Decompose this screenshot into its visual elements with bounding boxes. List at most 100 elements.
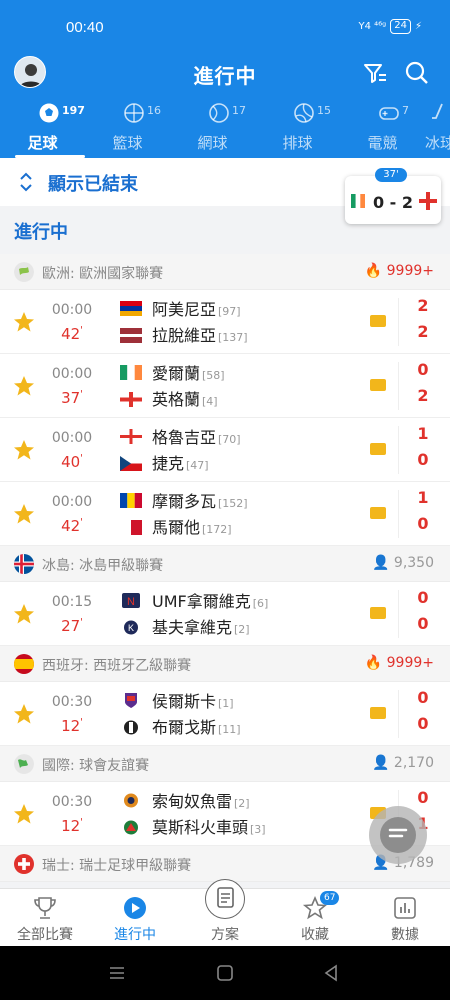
- floating-live-score[interactable]: 37' 0 - 2: [345, 168, 441, 224]
- match-minute: 42': [46, 325, 98, 343]
- match-minute: 12': [46, 717, 98, 735]
- nav-live[interactable]: 進行中: [90, 889, 180, 946]
- match-minute: 42': [46, 517, 98, 535]
- away-team-name: 捷克: [152, 454, 185, 473]
- favorites-badge: 67: [320, 891, 340, 905]
- tab-volleyball[interactable]: 15 排球: [255, 100, 340, 158]
- away-team-name: 英格蘭: [152, 390, 201, 409]
- team-crest-icon: [124, 720, 138, 735]
- away-team: 拉脫維亞 [137]: [152, 322, 248, 346]
- globe-icon: [14, 754, 34, 774]
- nav-all-matches[interactable]: 全部比賽: [0, 889, 90, 946]
- minute-apostrophe: ': [80, 325, 83, 336]
- floating-assistant-button[interactable]: [369, 806, 427, 864]
- tab-basketball[interactable]: 16 籃球: [85, 100, 170, 158]
- away-rank: [172]: [202, 523, 232, 536]
- match-row[interactable]: 00:00 42' 阿美尼亞 [97] 拉脫維亞 [137] 2 2: [0, 290, 450, 354]
- away-team: 布爾戈斯 [11]: [152, 714, 241, 738]
- away-score: 2: [417, 386, 429, 405]
- live-video-icon[interactable]: [370, 607, 386, 619]
- moldova-flag-icon: [120, 493, 142, 508]
- away-rank: [137]: [218, 331, 248, 344]
- favorite-star-icon[interactable]: [12, 602, 36, 626]
- league-heat: 🔥 9999+: [365, 655, 434, 671]
- match-minute-value: 12: [61, 717, 81, 735]
- tab-label: 冰球: [425, 134, 450, 152]
- tab-esports[interactable]: 7 電競: [340, 100, 425, 158]
- nav-label: 全部比賽: [17, 927, 73, 943]
- recent-apps-icon[interactable]: [108, 964, 126, 982]
- nav-data[interactable]: 數據: [360, 889, 450, 946]
- tab-icehockey[interactable]: 冰球: [425, 100, 450, 158]
- tab-football[interactable]: 197 足球: [0, 100, 85, 158]
- live-video-icon[interactable]: [370, 507, 386, 519]
- home-team-name: 愛爾蘭: [152, 364, 201, 383]
- nav-plans[interactable]: 方案: [180, 879, 270, 946]
- league-header[interactable]: 冰島: 冰島甲級聯賽 👤 9,350: [0, 546, 450, 582]
- play-circle-icon: [124, 897, 146, 919]
- search-icon[interactable]: [404, 60, 430, 86]
- away-rank: [2]: [234, 623, 250, 636]
- section-title: 進行中: [14, 222, 68, 243]
- away-score: 0: [417, 614, 429, 633]
- top-bar: 00:40 Y4 ⁴⁶ᵍ 24 ⚡ 進行中 197 足球 16 籃球 17 網球…: [0, 0, 450, 158]
- home-team: 索甸奴魚雷 [2]: [152, 788, 250, 812]
- live-video-icon[interactable]: [370, 707, 386, 719]
- georgia-flag-icon: [120, 429, 142, 444]
- league-name: 國際: 球會友誼賽: [42, 758, 150, 774]
- home-icon[interactable]: [216, 964, 234, 982]
- league-name: 冰島: 冰島甲級聯賽: [42, 558, 164, 574]
- nav-label: 進行中: [114, 927, 156, 943]
- match-minute: 37': [46, 389, 98, 407]
- minute-apostrophe: ': [80, 617, 83, 628]
- league-name: 西班牙: 西班牙乙級聯賽: [42, 658, 192, 674]
- home-score: 0: [417, 788, 429, 807]
- away-rank: [11]: [218, 723, 241, 736]
- globe-europe-icon: [14, 262, 34, 282]
- away-team: 莫斯科火車頭 [3]: [152, 814, 266, 838]
- match-row[interactable]: 00:00 42' 摩爾多瓦 [152] 馬爾他 [172] 1 0: [0, 482, 450, 546]
- volleyball-icon: [294, 103, 314, 123]
- match-minute-value: 27: [61, 617, 81, 635]
- nav-favorites[interactable]: 67 收藏: [270, 889, 360, 946]
- favorite-star-icon[interactable]: [12, 702, 36, 726]
- league-header[interactable]: 歐洲: 歐洲國家聯賽 🔥 9999+: [0, 254, 450, 290]
- home-team-name: 阿美尼亞: [152, 300, 217, 319]
- kickoff-time: 00:00: [51, 430, 93, 446]
- favorite-star-icon[interactable]: [12, 310, 36, 334]
- tab-tennis[interactable]: 17 網球: [170, 100, 255, 158]
- score-divider: [398, 426, 399, 474]
- kickoff-time: 00:15: [51, 594, 93, 610]
- svg-text:N: N: [127, 596, 135, 608]
- battery-icon: 24: [390, 19, 411, 34]
- match-row[interactable]: 00:00 37' 愛爾蘭 [58] 英格蘭 [4] 0 2: [0, 354, 450, 418]
- live-video-icon[interactable]: [370, 379, 386, 391]
- england-flag-icon: [419, 192, 437, 210]
- match-minute-value: 12: [61, 817, 81, 835]
- favorite-star-icon[interactable]: [12, 802, 36, 826]
- match-minute-value: 42: [61, 325, 81, 343]
- home-rank: [1]: [218, 697, 234, 710]
- home-rank: [6]: [252, 597, 269, 610]
- live-video-icon[interactable]: [370, 315, 386, 327]
- malta-flag-icon: [120, 520, 142, 535]
- match-row[interactable]: 00:30 12' 侯爾斯卡 [1] 布爾戈斯 [11] 0 0: [0, 682, 450, 746]
- tab-count: 17: [232, 104, 246, 117]
- league-header[interactable]: 國際: 球會友誼賽 👤 2,170: [0, 746, 450, 782]
- home-team-name: 格魯吉亞: [152, 428, 217, 447]
- league-name: 瑞士: 瑞士足球甲級聯賽: [42, 858, 192, 874]
- league-header[interactable]: 西班牙: 西班牙乙級聯賽 🔥 9999+: [0, 646, 450, 682]
- filter-icon[interactable]: [362, 60, 388, 86]
- match-row[interactable]: 00:15 27' N UMF拿爾維克 [6] K 基夫拿維克 [2] 0 0: [0, 582, 450, 646]
- league-name: 歐洲: 歐洲國家聯賽: [42, 266, 164, 282]
- favorite-star-icon[interactable]: [12, 502, 36, 526]
- kickoff-time: 00:00: [51, 302, 93, 318]
- favorite-star-icon[interactable]: [12, 438, 36, 462]
- score-divider: [398, 362, 399, 410]
- favorite-star-icon[interactable]: [12, 374, 36, 398]
- match-row[interactable]: 00:00 40' 格魯吉亞 [70] 捷克 [47] 1 0: [0, 418, 450, 482]
- away-rank: [3]: [250, 823, 266, 836]
- back-icon[interactable]: [322, 964, 340, 982]
- live-video-icon[interactable]: [370, 443, 386, 455]
- team-crest-icon: N: [122, 593, 140, 608]
